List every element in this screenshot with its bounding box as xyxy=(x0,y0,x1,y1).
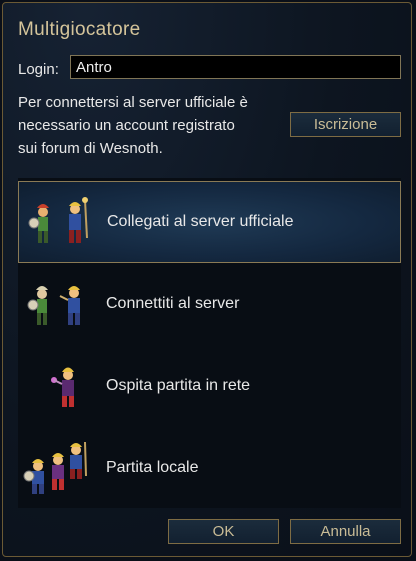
login-input[interactable] xyxy=(70,55,401,79)
option-label: Ospita partita in rete xyxy=(106,377,251,394)
two-units-icon xyxy=(27,286,80,325)
dialog-title: Multigiocatore xyxy=(18,19,141,40)
register-button[interactable]: Iscrizione xyxy=(290,112,401,137)
single-unit-icon xyxy=(51,367,74,407)
info-line: sui forum di Wesnoth. xyxy=(18,140,163,157)
info-text: Per connettersi al server ufficiale è ne… xyxy=(18,91,280,160)
login-label: Login: xyxy=(18,61,59,78)
option-label: Connettiti al server xyxy=(106,295,240,312)
info-line: Per connettersi al server ufficiale è xyxy=(18,94,248,111)
info-line: necessario un account registrato xyxy=(18,117,235,134)
multiplayer-dialog: Multigiocatore Login: Per connettersi al… xyxy=(2,2,412,557)
cancel-button[interactable]: Annulla xyxy=(290,519,401,544)
option-official-server[interactable]: Collegati al server ufficiale xyxy=(18,181,401,263)
ok-button[interactable]: OK xyxy=(168,519,279,544)
option-label: Partita locale xyxy=(106,459,199,476)
option-host-network-game[interactable]: Ospita partita in rete xyxy=(18,345,401,427)
three-units-icon xyxy=(23,441,87,494)
option-label: Collegati al server ufficiale xyxy=(107,213,294,230)
two-units-icon xyxy=(28,197,88,243)
connection-options-list: Collegati al server ufficiale Connettiti… xyxy=(18,178,401,508)
option-local-game[interactable]: Partita locale xyxy=(18,427,401,509)
option-connect-server[interactable]: Connettiti al server xyxy=(18,263,401,345)
